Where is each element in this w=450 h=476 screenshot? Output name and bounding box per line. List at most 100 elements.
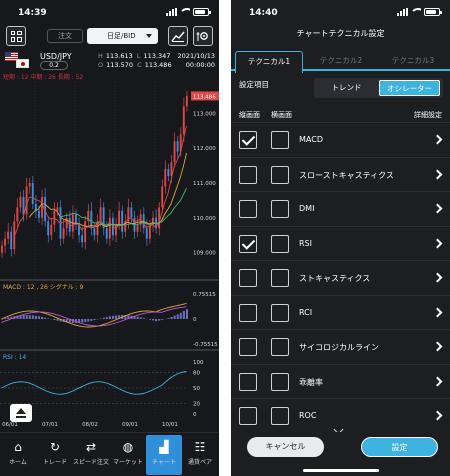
candle — [28, 182, 31, 187]
open-value: 113.570 — [106, 61, 134, 69]
trend-option[interactable]: トレンド — [316, 80, 377, 96]
chevron-right-icon[interactable] — [432, 341, 443, 352]
chart-type-button[interactable] — [168, 26, 188, 46]
vertical-checkbox[interactable] — [239, 131, 257, 149]
vertical-checkbox[interactable] — [239, 338, 257, 356]
price-tick-label: 112.000 — [193, 146, 216, 152]
macd-histogram-bar — [87, 319, 90, 322]
spread-badge: 0.2 — [40, 61, 68, 70]
chevron-right-icon[interactable] — [432, 203, 443, 214]
horizontal-checkbox[interactable] — [271, 269, 289, 287]
vertical-checkbox[interactable] — [239, 234, 257, 253]
macd-histogram-bar — [105, 317, 108, 319]
chevron-right-icon[interactable] — [432, 410, 443, 421]
candle — [37, 210, 40, 218]
tab-currency-pairs[interactable]: ☷ 通貨ペア — [182, 435, 218, 475]
rsi-tick-label: 0 — [193, 412, 197, 418]
vertical-checkbox[interactable] — [239, 165, 257, 184]
vertical-checkbox[interactable] — [239, 372, 257, 391]
macd-histogram-bar — [25, 315, 28, 319]
layout-grid-button[interactable] — [6, 26, 26, 46]
horizontal-checkbox[interactable] — [271, 200, 289, 218]
detail-column-header: 詳細設定 — [414, 111, 442, 119]
rsi-tick-label: 20 — [193, 402, 200, 408]
chevron-right-icon[interactable] — [432, 169, 443, 179]
chevron-right-icon[interactable] — [432, 134, 443, 145]
column-headers: 縦画面 横画面 詳細設定 — [231, 110, 450, 122]
order-button[interactable]: 注文 — [47, 29, 83, 43]
candle — [31, 182, 34, 204]
indicator-label: DMI — [299, 204, 315, 213]
setting-item-label: 設定項目 — [239, 80, 269, 89]
indicator-settings-button[interactable] — [193, 26, 213, 46]
candle — [182, 106, 185, 135]
indicator-row[interactable]: MACD — [231, 122, 450, 156]
cancel-button[interactable]: キャンセル — [247, 437, 324, 457]
horizontal-checkbox[interactable] — [271, 131, 289, 149]
vertical-checkbox[interactable] — [239, 407, 257, 425]
chevron-down-icon — [146, 34, 152, 38]
tab-chart[interactable]: ▟ チャート — [146, 435, 182, 475]
collapse-panel-button[interactable] — [10, 404, 32, 422]
tab-technical-2[interactable]: テクニカル2 — [307, 51, 375, 71]
indicator-row[interactable]: RSI — [231, 225, 450, 260]
bottom-tab-bar: ⌂ ホーム ↻ トレード ⇄ スピード注文 ◍ マーケット ▟ チャート ☷ 通貨ペア — [0, 432, 219, 476]
tab-market[interactable]: ◍ マーケット — [110, 435, 146, 475]
candle — [10, 231, 13, 250]
macd-histogram-bar — [158, 319, 161, 321]
indicator-row[interactable]: DMI — [231, 191, 450, 225]
tab-technical-1[interactable]: テクニカル1 — [235, 51, 303, 73]
horizontal-checkbox[interactable] — [271, 234, 289, 253]
vertical-checkbox[interactable] — [239, 303, 257, 322]
candle — [56, 207, 59, 211]
macd-histogram-bar — [108, 316, 111, 319]
timeframe-value: 日足/BID — [107, 32, 136, 40]
macd-histogram-bar — [102, 317, 105, 319]
candle — [41, 196, 43, 218]
horizontal-checkbox[interactable] — [271, 303, 289, 322]
indicator-row[interactable]: RCI — [231, 294, 450, 329]
bar-date: 2021/10/13 — [177, 52, 215, 60]
tab-trade[interactable]: ↻ トレード — [37, 435, 73, 475]
chart-toolbar: 注文 日足/BID — [0, 25, 219, 47]
oscillator-option[interactable]: オシレーター — [379, 80, 440, 96]
vertical-checkbox[interactable] — [239, 269, 257, 287]
battery-icon — [424, 8, 442, 16]
indicator-row[interactable]: 乖離率 — [231, 363, 450, 398]
horizontal-checkbox[interactable] — [271, 338, 289, 356]
apply-button[interactable]: 設定 — [361, 437, 438, 457]
price-chart[interactable]: 短期 : 12 中期 : 26 長期 : 52 113.486 113.000 11… — [0, 70, 219, 432]
page-title: チャートテクニカル設定 — [296, 29, 385, 38]
tab-speed-order[interactable]: ⇄ スピード注文 — [73, 435, 109, 475]
macd-histogram-bar — [115, 315, 118, 319]
macd-histogram-bar — [111, 315, 115, 319]
indicator-row[interactable]: サイコロジカルライン — [231, 329, 450, 363]
vertical-checkbox[interactable] — [239, 200, 257, 218]
macd-histogram-bar — [56, 319, 59, 321]
horizontal-checkbox[interactable] — [271, 372, 289, 391]
price-tick-label: 111.000 — [193, 181, 216, 187]
candle — [115, 224, 117, 236]
jp-flag-icon — [16, 59, 29, 68]
tab-technical-3[interactable]: テクニカル3 — [379, 51, 447, 71]
macd-histogram-bar — [182, 310, 185, 319]
timeframe-select[interactable]: 日足/BID — [87, 28, 158, 44]
price-tick-label: 109.000 — [193, 251, 216, 257]
macd-histogram-bar — [139, 317, 142, 319]
status-bar: 14:40 — [231, 0, 450, 24]
horizontal-checkbox[interactable] — [271, 407, 289, 425]
chevron-right-icon[interactable] — [432, 238, 443, 248]
candle — [118, 210, 120, 225]
chevron-right-icon[interactable] — [432, 272, 443, 283]
candle — [84, 221, 87, 243]
indicator-label: MACD — [299, 135, 323, 144]
macd-histogram-bar — [47, 318, 50, 319]
horizontal-checkbox[interactable] — [271, 165, 289, 184]
tab-home[interactable]: ⌂ ホーム — [0, 435, 36, 475]
chevron-right-icon[interactable] — [432, 307, 443, 317]
indicator-row[interactable]: ストキャスティクス — [231, 260, 450, 294]
refresh-icon: ↻ — [49, 440, 61, 454]
candle — [81, 235, 84, 243]
chevron-right-icon[interactable] — [432, 376, 443, 386]
indicator-row[interactable]: スローストキャスティクス — [231, 156, 450, 191]
